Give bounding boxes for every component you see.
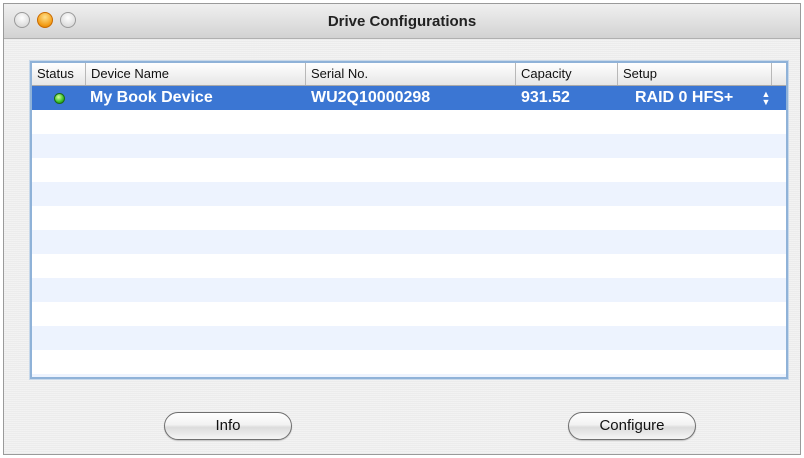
setup-popup[interactable]: RAID 0 HFS+ <box>635 86 733 110</box>
empty-row <box>32 254 786 278</box>
empty-row <box>32 374 786 377</box>
configure-button[interactable]: Configure <box>568 412 696 440</box>
table-row[interactable]: My Book Device WU2Q10000298 931.52 RAID … <box>32 86 786 110</box>
window-title: Drive Configurations <box>327 13 477 30</box>
empty-row <box>32 158 786 182</box>
empty-row <box>32 350 786 374</box>
title-bar[interactable]: Drive Configurations <box>4 4 800 39</box>
column-header-device-name[interactable]: Device Name <box>86 63 306 85</box>
empty-row <box>32 182 786 206</box>
green-status-icon <box>54 93 65 104</box>
table-body: My Book Device WU2Q10000298 931.52 RAID … <box>32 86 786 377</box>
empty-row <box>32 110 786 134</box>
serial-cell: WU2Q10000298 <box>311 89 431 106</box>
empty-row <box>32 134 786 158</box>
empty-row <box>32 206 786 230</box>
drives-table[interactable]: Status Device Name Serial No. Capacity S… <box>30 61 788 379</box>
info-button[interactable]: Info <box>164 412 292 440</box>
empty-row <box>32 302 786 326</box>
capacity-cell: 931.52 <box>521 89 570 106</box>
empty-row <box>32 230 786 254</box>
empty-row <box>32 326 786 350</box>
column-header-corner <box>772 63 786 85</box>
table-header: Status Device Name Serial No. Capacity S… <box>32 63 786 86</box>
column-header-serial[interactable]: Serial No. <box>306 63 516 85</box>
drive-configurations-window: Drive Configurations Status Device Name … <box>3 3 801 455</box>
column-header-capacity[interactable]: Capacity <box>516 63 618 85</box>
empty-row <box>32 278 786 302</box>
column-header-setup[interactable]: Setup <box>618 63 772 85</box>
column-header-status[interactable]: Status <box>32 63 86 85</box>
device-name-cell: My Book Device <box>90 89 213 106</box>
